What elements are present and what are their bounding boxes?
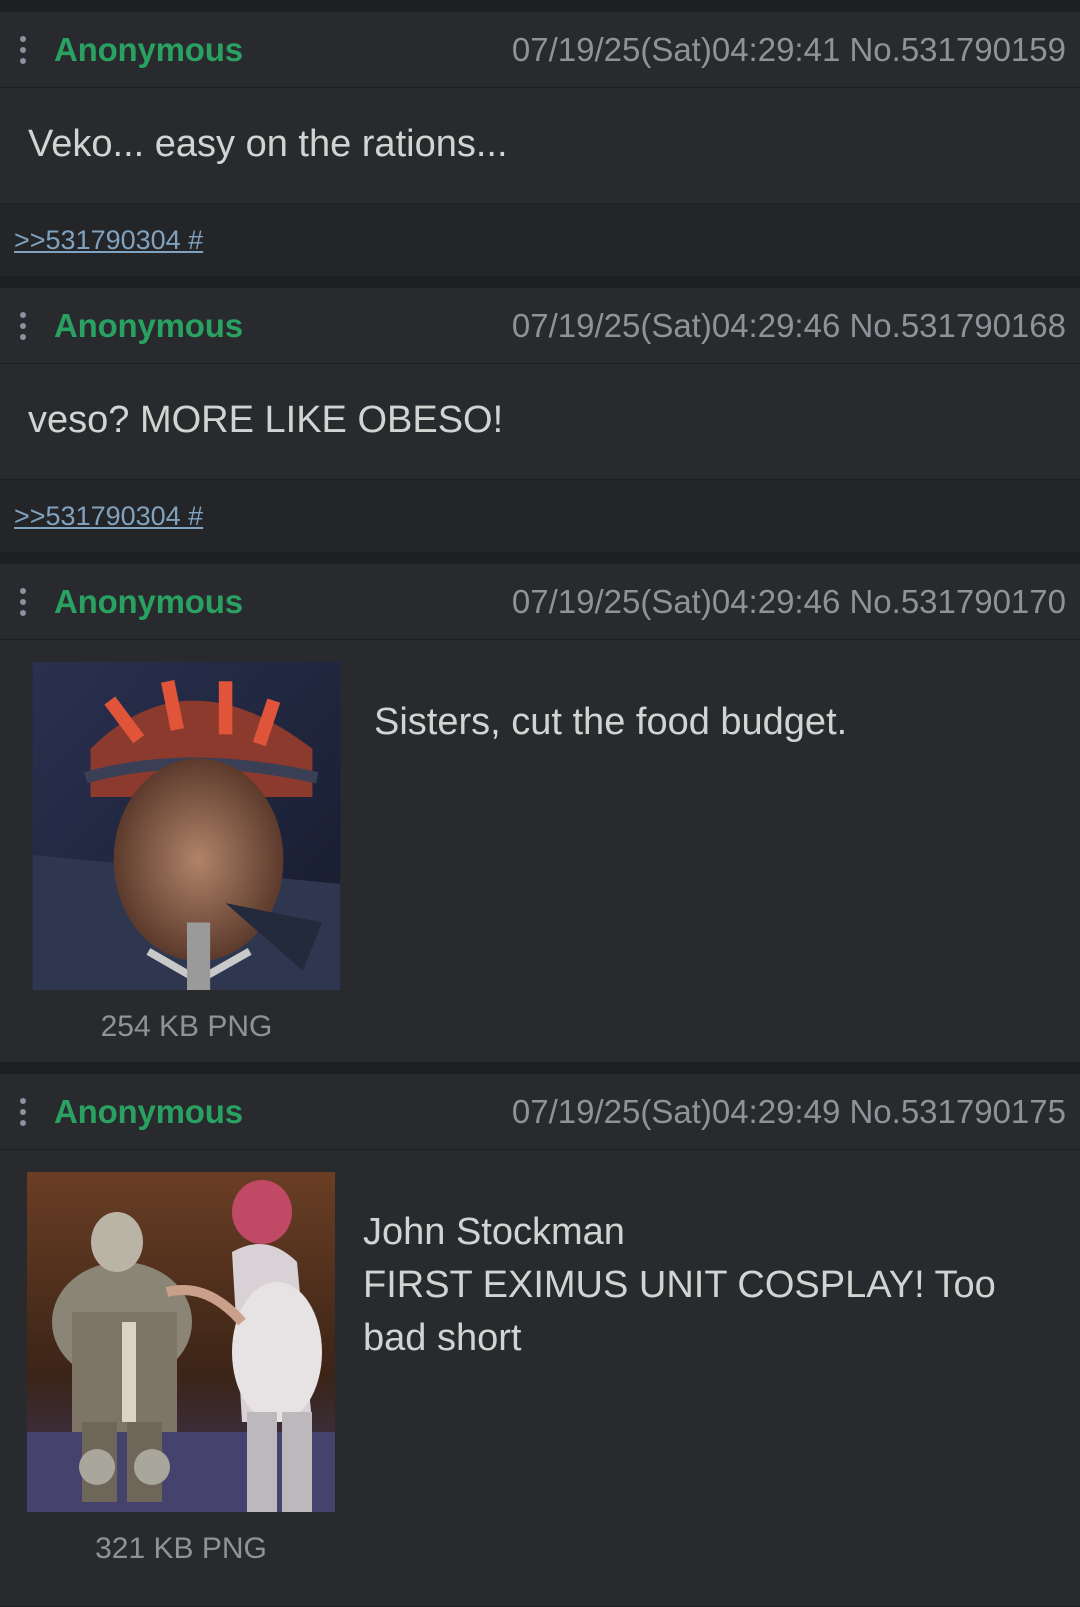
post-header: Anonymous 07/19/25(Sat)04:29:46 No.53179…: [0, 288, 1080, 364]
post-separator: [0, 0, 1080, 12]
poster-name: Anonymous: [54, 30, 243, 68]
post-message: veso? MORE LIKE OBESO!: [0, 364, 1080, 480]
attachment-file-info: 321 KB PNG: [95, 1532, 267, 1565]
post: Anonymous 07/19/25(Sat)04:29:41 No.53179…: [0, 12, 1080, 276]
attachment-thumbnail[interactable]: [27, 662, 346, 990]
post: Anonymous 07/19/25(Sat)04:29:49 No.53179…: [0, 1074, 1080, 1606]
post-timestamp-number[interactable]: 07/19/25(Sat)04:29:41 No.531790159: [512, 31, 1066, 69]
reply-link[interactable]: >>531790304 #: [14, 225, 203, 256]
post-menu-icon[interactable]: [16, 584, 30, 620]
post: Anonymous 07/19/25(Sat)04:29:46 No.53179…: [0, 288, 1080, 552]
post-footer: >>531790304 #: [0, 480, 1080, 552]
thread: Anonymous 07/19/25(Sat)04:29:41 No.53179…: [0, 0, 1080, 1606]
post-message: Veko... easy on the rations...: [0, 88, 1080, 204]
post-content: 254 KB PNG Sisters, cut the food budget.: [0, 640, 1080, 1062]
post-menu-icon[interactable]: [16, 308, 30, 344]
poster-name: Anonymous: [54, 1092, 243, 1130]
reply-link[interactable]: >>531790304 #: [14, 501, 203, 532]
post-header: Anonymous 07/19/25(Sat)04:29:49 No.53179…: [0, 1074, 1080, 1150]
post-menu-icon[interactable]: [16, 32, 30, 68]
post-content: 321 KB PNG John Stockman FIRST EXIMUS UN…: [0, 1150, 1080, 1584]
post-message-line: FIRST EXIMUS UNIT COSPLAY! Too bad short: [363, 1264, 996, 1359]
post-message: John Stockman FIRST EXIMUS UNIT COSPLAY!…: [335, 1172, 1053, 1566]
attachment-thumbnail[interactable]: [27, 1172, 335, 1512]
poster-name: Anonymous: [54, 582, 243, 620]
post-timestamp-number[interactable]: 07/19/25(Sat)04:29:46 No.531790170: [512, 583, 1066, 621]
post-message-line: Sisters, cut the food budget.: [374, 701, 848, 743]
post-message-line: John Stockman: [363, 1211, 625, 1253]
post-separator: [0, 552, 1080, 564]
post-separator: [0, 1062, 1080, 1074]
attachment: 321 KB PNG: [27, 1172, 335, 1566]
post-message: Sisters, cut the food budget.: [346, 662, 847, 1044]
poster-name: Anonymous: [54, 306, 243, 344]
attachment: 254 KB PNG: [27, 662, 346, 1044]
post-separator: [0, 276, 1080, 288]
post-footer: >>531790304 #: [0, 204, 1080, 276]
post-header: Anonymous 07/19/25(Sat)04:29:41 No.53179…: [0, 12, 1080, 88]
post-menu-icon[interactable]: [16, 1094, 30, 1130]
post-header: Anonymous 07/19/25(Sat)04:29:46 No.53179…: [0, 564, 1080, 640]
post-timestamp-number[interactable]: 07/19/25(Sat)04:29:46 No.531790168: [512, 307, 1066, 345]
post-timestamp-number[interactable]: 07/19/25(Sat)04:29:49 No.531790175: [512, 1093, 1066, 1131]
attachment-file-info: 254 KB PNG: [100, 1010, 273, 1043]
post: Anonymous 07/19/25(Sat)04:29:46 No.53179…: [0, 564, 1080, 1062]
